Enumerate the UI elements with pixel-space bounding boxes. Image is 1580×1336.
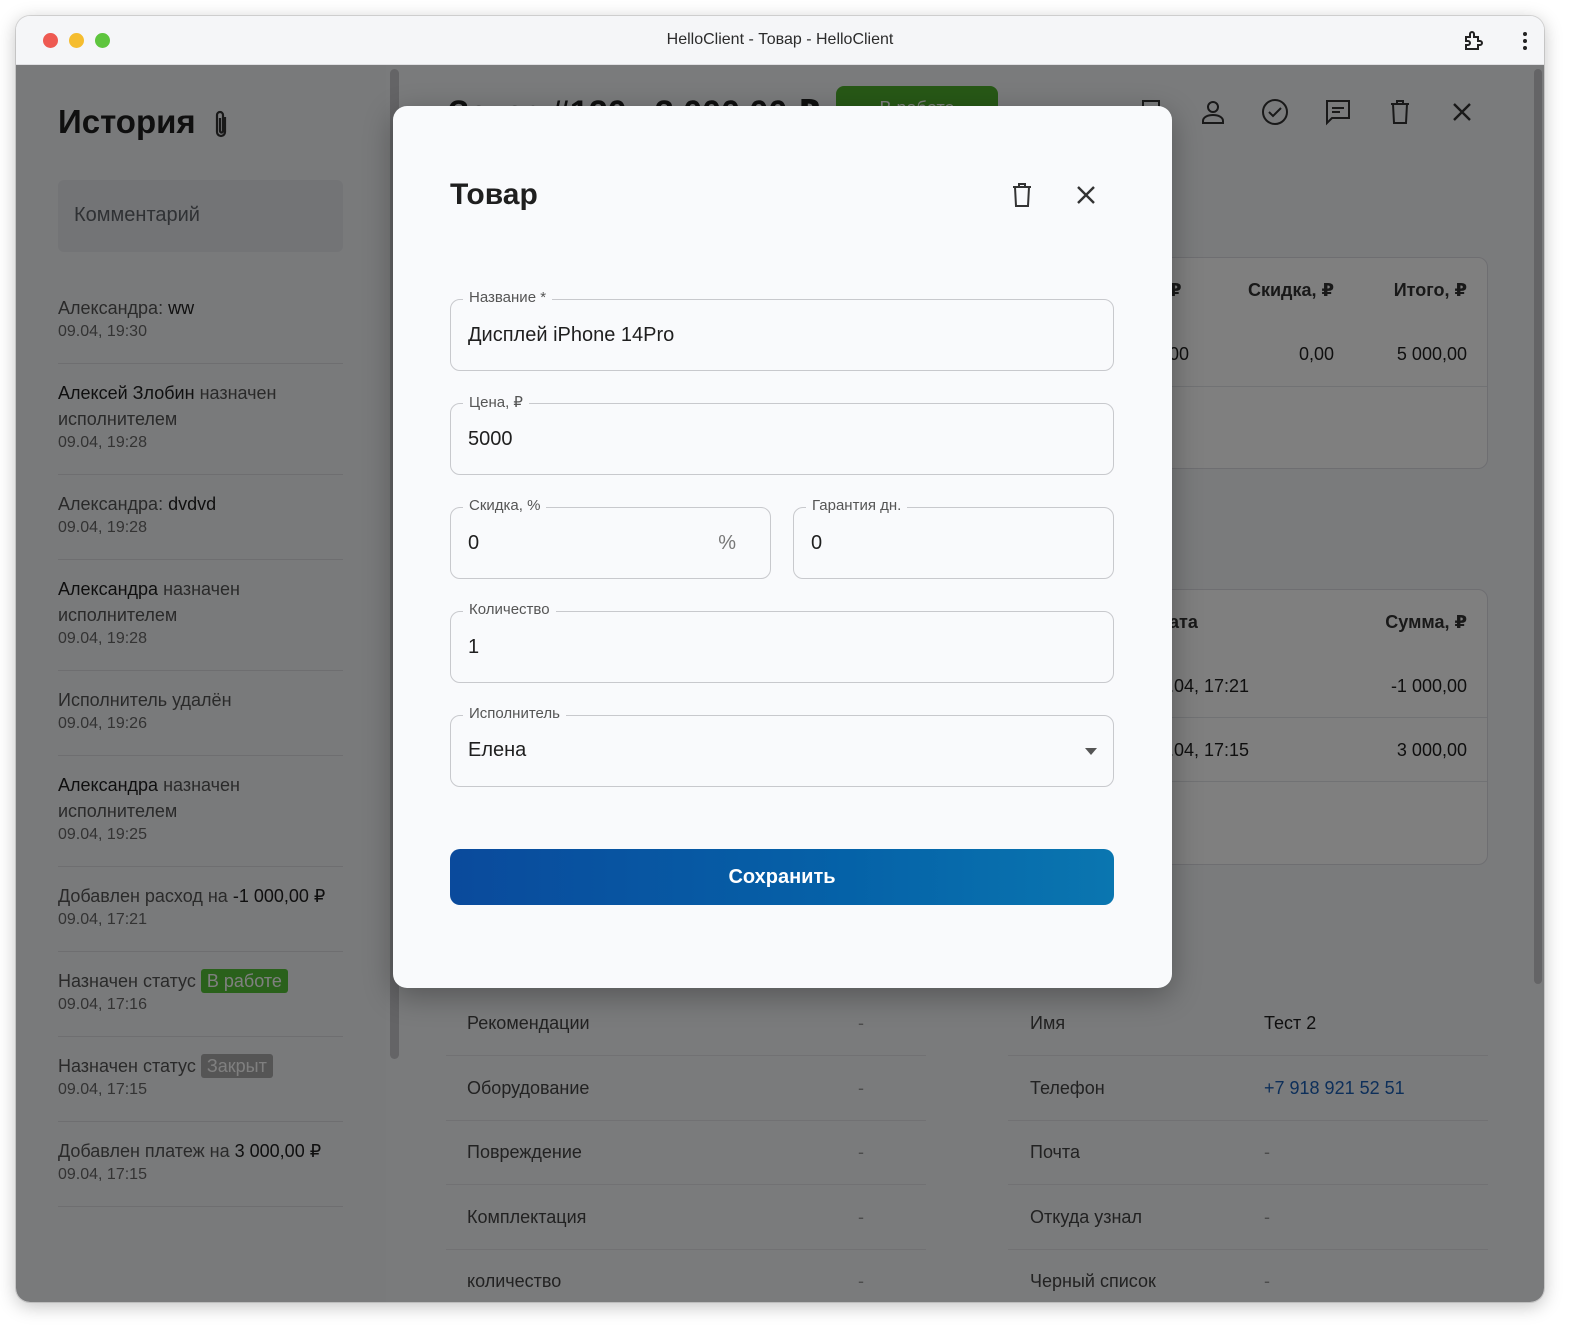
dialog-title: Товар (450, 178, 538, 211)
product-dialog: Товар Название * Цена, ₽ Скидка, % % (393, 106, 1172, 988)
window-title: HelloClient - Товар - HelloClient (666, 31, 894, 48)
executor-select[interactable]: Елена Исполнитель (450, 705, 1114, 787)
price-input[interactable] (451, 404, 1113, 474)
app-content: История Комментарий Александра: ww 09.04… (16, 65, 1544, 1302)
percent-suffix: % (718, 532, 736, 554)
title-bar: HelloClient - Товар - HelloClient (16, 16, 1544, 65)
name-label: Название * (463, 289, 553, 306)
price-field[interactable]: Цена, ₽ (450, 393, 1114, 475)
extension-icon[interactable] (1460, 27, 1488, 55)
quantity-input[interactable] (451, 612, 1113, 682)
warranty-label: Гарантия дн. (806, 497, 908, 514)
executor-label: Исполнитель (463, 705, 566, 722)
close-icon[interactable] (1075, 184, 1097, 211)
warranty-input[interactable] (794, 508, 1113, 578)
save-button[interactable]: Сохранить (450, 849, 1114, 905)
more-vert-icon[interactable] (1511, 27, 1539, 55)
executor-value: Елена (468, 739, 527, 761)
quantity-label: Количество (463, 601, 556, 618)
delete-icon[interactable] (1011, 182, 1033, 213)
warranty-field[interactable]: Гарантия дн. (793, 497, 1114, 579)
app-window: HelloClient - Товар - HelloClient Истори… (16, 16, 1544, 1302)
name-input[interactable] (451, 300, 1113, 370)
dropdown-arrow-icon[interactable] (1085, 748, 1097, 755)
discount-label: Скидка, % (463, 497, 547, 514)
price-label: Цена, ₽ (463, 393, 529, 411)
name-field[interactable]: Название * (450, 289, 1114, 371)
quantity-field[interactable]: Количество (450, 601, 1114, 683)
discount-field[interactable]: Скидка, % % (450, 497, 771, 579)
